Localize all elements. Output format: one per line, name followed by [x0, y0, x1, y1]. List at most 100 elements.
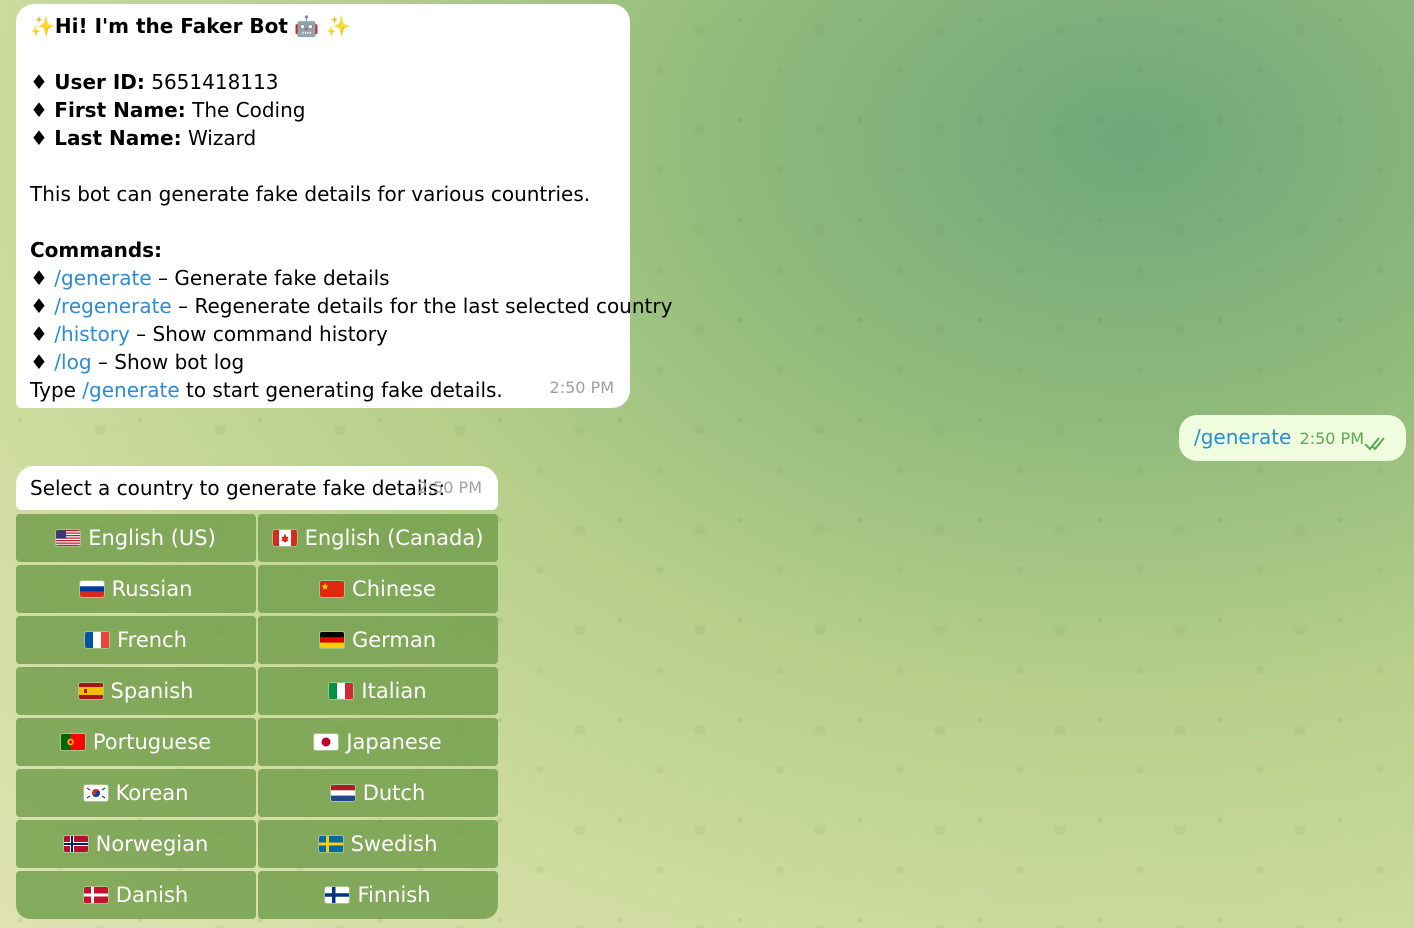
dk-flag-icon — [83, 887, 108, 903]
country-button-english-us[interactable]: English (US) — [16, 514, 256, 562]
country-button-label: Italian — [361, 679, 427, 703]
command-description: – Show command history — [129, 322, 388, 346]
select-country-message: Select a country to generate fake detail… — [16, 466, 498, 510]
diamond-bullet-icon: ♦ — [30, 70, 48, 94]
command-link-log[interactable]: /log — [54, 350, 91, 374]
diamond-bullet-icon: ♦ — [30, 98, 48, 122]
fr-flag-icon — [85, 632, 110, 648]
country-button-label: Swedish — [350, 832, 438, 856]
command-regenerate-line: ♦ /regenerate – Regenerate details for t… — [30, 292, 672, 320]
country-button-label: Russian — [111, 577, 193, 601]
select-country-text: Select a country to generate fake detail… — [30, 476, 446, 500]
outgoing-command-link[interactable]: /generate — [1194, 423, 1291, 451]
kr-flag-icon — [83, 785, 108, 801]
outgoing-message: /generate 2:50 PM — [1179, 415, 1406, 461]
message-timestamp: 2:50 PM — [549, 378, 614, 397]
ru-flag-icon — [79, 581, 104, 597]
user-id-line: ♦ User ID: 5651418113 — [30, 68, 616, 96]
greeting-line: ✨Hi! I'm the Faker Bot 🤖 ✨ — [30, 12, 616, 40]
country-button-label: Spanish — [110, 679, 194, 703]
country-button-japanese[interactable]: Japanese — [258, 718, 498, 766]
country-button-danish[interactable]: Danish — [16, 871, 256, 919]
country-button-german[interactable]: German — [258, 616, 498, 664]
footer-line: Type /generate to start generating fake … — [30, 376, 616, 404]
country-button-label: Japanese — [346, 730, 442, 754]
cn-flag-icon — [320, 581, 345, 597]
country-button-swedish[interactable]: Swedish — [258, 820, 498, 868]
country-button-label: Portuguese — [92, 730, 212, 754]
country-button-label: German — [351, 628, 437, 652]
country-button-label: Finnish — [357, 883, 431, 907]
diamond-bullet-icon: ♦ — [30, 350, 48, 374]
fi-flag-icon — [325, 887, 350, 903]
double-check-icon — [1364, 437, 1385, 451]
country-button-label: French — [117, 628, 187, 652]
country-button-italian[interactable]: Italian — [258, 667, 498, 715]
commands-title: Commands: — [30, 238, 163, 262]
country-button-label: English (Canada) — [304, 526, 484, 550]
last-name-value: Wizard — [187, 126, 257, 150]
command-link-history[interactable]: /history — [54, 322, 130, 346]
country-button-english-canada[interactable]: English (Canada) — [258, 514, 498, 562]
country-button-label: Danish — [115, 883, 189, 907]
first-name-label: First Name: — [54, 98, 186, 122]
command-link-generate[interactable]: /generate — [54, 266, 151, 290]
user-id-label: User ID: — [54, 70, 145, 94]
country-button-chinese[interactable]: Chinese — [258, 565, 498, 613]
nl-flag-icon — [330, 785, 355, 801]
country-button-russian[interactable]: Russian — [16, 565, 256, 613]
footer-suffix: to start generating fake details. — [179, 378, 503, 402]
command-description: – Show bot log — [91, 350, 245, 374]
it-flag-icon — [329, 683, 354, 699]
command-description: – Regenerate details for the last select… — [171, 294, 673, 318]
bot-description: This bot can generate fake details for v… — [30, 182, 591, 206]
de-flag-icon — [319, 632, 344, 648]
last-name-label: Last Name: — [54, 126, 182, 150]
first-name-line: ♦ First Name: The Coding — [30, 96, 616, 124]
jp-flag-icon — [314, 734, 339, 750]
country-button-label: Dutch — [362, 781, 426, 805]
welcome-message: ✨Hi! I'm the Faker Bot 🤖 ✨ ♦ User ID: 56… — [16, 4, 672, 408]
command-history-line: ♦ /history – Show command history — [30, 320, 616, 348]
sparkles-icon: ✨ — [325, 14, 351, 38]
pt-flag-icon — [60, 734, 85, 750]
country-keyboard: English (US) English (Canada) Russian Ch… — [16, 514, 498, 919]
command-link-regenerate[interactable]: /regenerate — [54, 294, 171, 318]
sparkles-icon: ✨ — [30, 14, 55, 38]
message-timestamp: 2:50 PM — [417, 478, 482, 497]
diamond-bullet-icon: ♦ — [30, 294, 48, 318]
country-button-label: Korean — [115, 781, 189, 805]
country-button-label: Chinese — [352, 577, 436, 601]
se-flag-icon — [318, 836, 343, 852]
country-button-label: English (US) — [88, 526, 216, 550]
country-button-french[interactable]: French — [16, 616, 256, 664]
first-name-value: The Coding — [192, 98, 306, 122]
last-name-line: ♦ Last Name: Wizard — [30, 124, 616, 152]
es-flag-icon — [78, 683, 103, 699]
ca-flag-icon — [272, 530, 297, 546]
country-button-finnish[interactable]: Finnish — [258, 871, 498, 919]
command-description: – Generate fake details — [151, 266, 390, 290]
diamond-bullet-icon: ♦ — [30, 126, 48, 150]
country-button-spanish[interactable]: Spanish — [16, 667, 256, 715]
greeting-text: Hi! I'm the Faker Bot — [54, 14, 288, 38]
command-generate-line: ♦ /generate – Generate fake details — [30, 264, 616, 292]
country-button-portuguese[interactable]: Portuguese — [16, 718, 256, 766]
diamond-bullet-icon: ♦ — [30, 266, 48, 290]
country-button-label: Norwegian — [95, 832, 209, 856]
message-timestamp: 2:50 PM — [1299, 429, 1364, 448]
country-button-korean[interactable]: Korean — [16, 769, 256, 817]
command-log-line: ♦ /log – Show bot log — [30, 348, 616, 376]
command-link-generate-footer[interactable]: /generate — [82, 378, 179, 402]
robot-icon: 🤖 — [294, 14, 320, 38]
country-button-norwegian[interactable]: Norwegian — [16, 820, 256, 868]
user-id-value: 5651418113 — [151, 70, 279, 94]
no-flag-icon — [63, 836, 88, 852]
country-button-dutch[interactable]: Dutch — [258, 769, 498, 817]
us-flag-icon — [56, 530, 81, 546]
diamond-bullet-icon: ♦ — [30, 322, 48, 346]
footer-prefix: Type — [30, 378, 83, 402]
